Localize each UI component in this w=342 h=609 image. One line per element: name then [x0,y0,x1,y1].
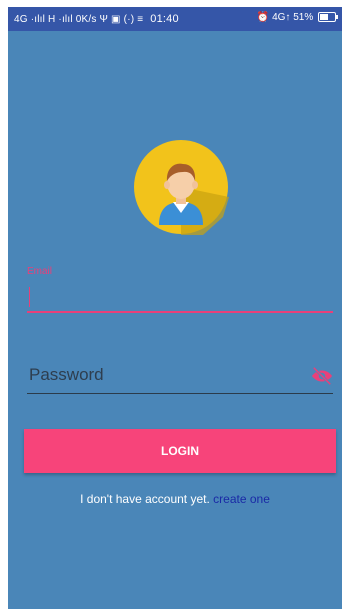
login-button[interactable]: LOGIN [24,429,336,473]
status-indicators: 4G ·ılıl H ·ılıl 0K/s Ψ ▣ (·) ≡ [14,14,144,25]
status-bar: 4G ·ılıl H ·ılıl 0K/s Ψ ▣ (·) ≡ 01:40 ⏰ … [8,7,342,31]
no-account-text: I don't have account yet. [80,492,210,506]
password-field[interactable]: Password [27,363,333,394]
status-left: 4G ·ılıl H ·ılıl 0K/s Ψ ▣ (·) ≡ 01:40 [14,13,179,25]
create-account-link[interactable]: create one [213,492,270,506]
phone-screen: 4G ·ılıl H ·ılıl 0K/s Ψ ▣ (·) ≡ 01:40 ⏰ … [8,7,342,609]
status-right-indicators: ⏰ 4G↑ 51% [256,12,314,23]
status-time: 01:40 [150,13,179,25]
password-placeholder: Password [29,365,104,384]
text-cursor [29,287,30,307]
signup-prompt: I don't have account yet. create one [8,492,342,506]
email-field[interactable] [27,281,333,313]
battery-icon [318,12,338,23]
status-right: ⏰ 4G↑ 51% [256,12,338,23]
email-label: Email [27,266,53,277]
eye-off-icon[interactable] [311,365,333,387]
user-avatar-icon [133,139,229,235]
